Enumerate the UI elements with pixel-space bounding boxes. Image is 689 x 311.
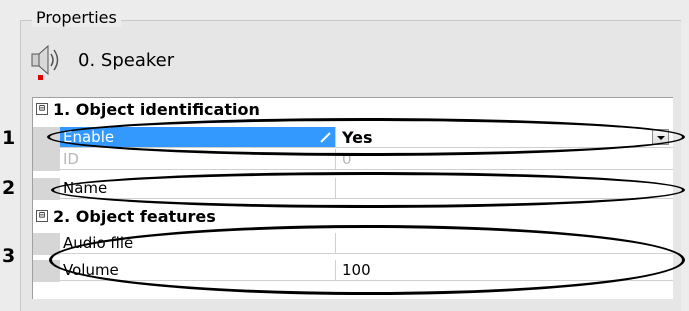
- object-label: 0. Speaker: [78, 50, 175, 71]
- property-grid: ⊟ 1. Object identification Enable Yes ID…: [32, 97, 673, 299]
- speaker-icon: [31, 44, 59, 80]
- property-name: Audio file: [60, 233, 336, 254]
- callout-number-3: 3: [2, 245, 16, 267]
- property-value-name[interactable]: [336, 178, 673, 199]
- property-name: Volume: [60, 260, 336, 281]
- property-value-enable[interactable]: Yes: [336, 127, 673, 148]
- chevron-down-icon[interactable]: [652, 129, 669, 145]
- callout-number-2: 2: [2, 177, 16, 199]
- category-title: 2. Object features: [53, 207, 216, 226]
- category-object-identification[interactable]: ⊟ 1. Object identification: [33, 98, 673, 120]
- property-value-volume[interactable]: 100: [336, 260, 673, 281]
- property-row-id: ID 0: [33, 149, 673, 171]
- collapse-toggle-icon[interactable]: ⊟: [36, 103, 48, 115]
- properties-group-title: Properties: [32, 8, 121, 27]
- category-title: 1. Object identification: [53, 100, 260, 119]
- property-value: Yes: [342, 128, 373, 147]
- property-row-audio-file[interactable]: Audio file: [33, 233, 673, 255]
- property-name: Enable: [60, 127, 336, 148]
- category-object-features[interactable]: ⊟ 2. Object features: [33, 205, 673, 227]
- property-row-volume[interactable]: Volume 100: [33, 260, 673, 282]
- property-row-name[interactable]: Name: [33, 178, 673, 200]
- property-value-id: 0: [336, 149, 673, 170]
- property-value-audio-file[interactable]: [336, 233, 673, 254]
- collapse-toggle-icon[interactable]: ⊟: [36, 210, 48, 222]
- property-name: ID: [60, 149, 336, 170]
- pencil-icon: [320, 132, 331, 143]
- property-row-enable[interactable]: Enable Yes: [33, 127, 673, 149]
- property-name: Name: [60, 178, 336, 199]
- status-dot-icon: [38, 75, 43, 80]
- callout-number-1: 1: [2, 127, 16, 149]
